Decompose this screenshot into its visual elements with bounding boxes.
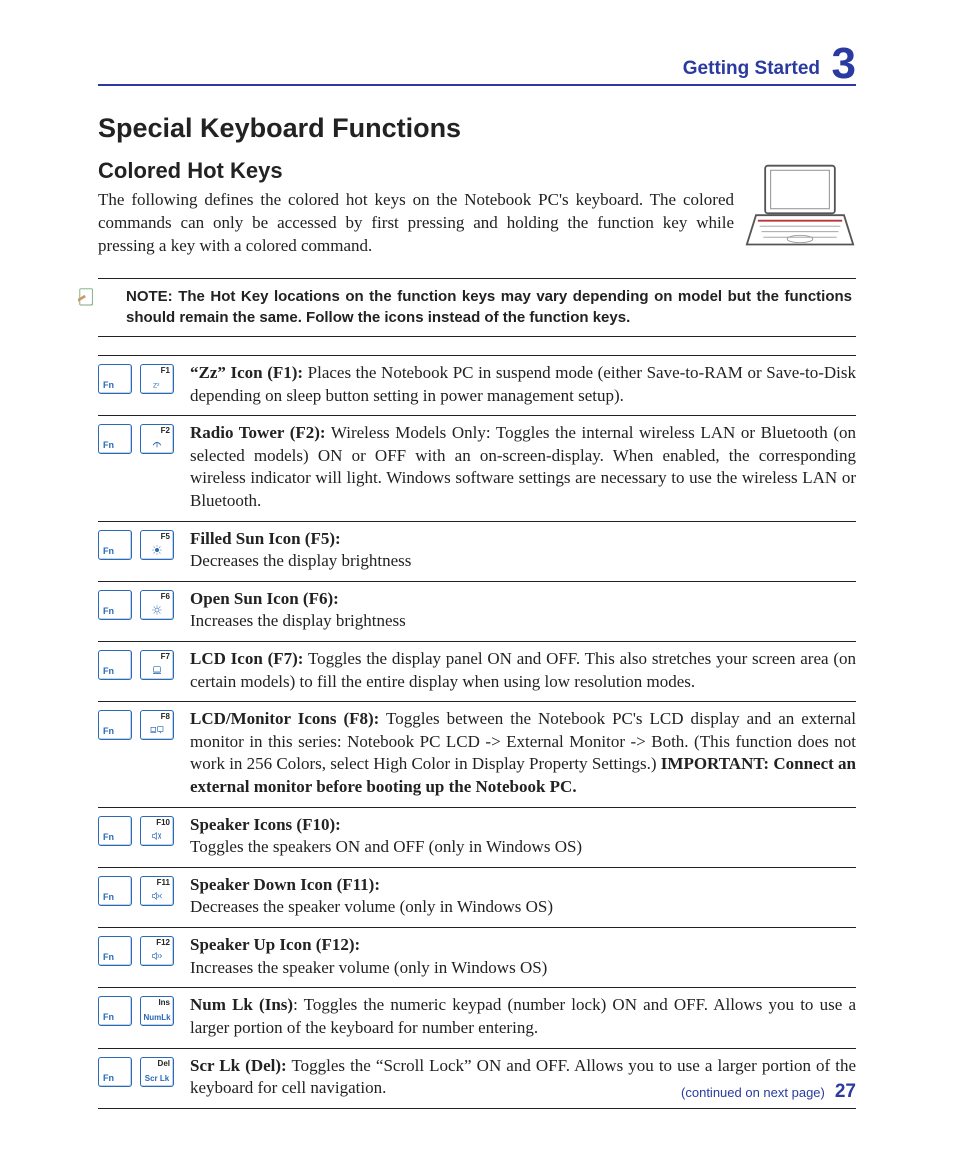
hotkey-row: F8 LCD/Monitor Icons (F8): Toggles betwee… [98, 702, 856, 807]
function-key-icon: InsNumLk [140, 996, 174, 1026]
hotkey-row: F1Z² “Zz” Icon (F1): Places the Notebook … [98, 356, 856, 416]
note-text: NOTE: The Hot Key locations on the funct… [126, 288, 852, 325]
hotkey-description: Speaker Up Icon (F12):Increases the spea… [190, 934, 856, 979]
svg-text:Z²: Z² [153, 382, 160, 389]
hotkey-row: InsNumLk Num Lk (Ins): Toggles the numeri… [98, 988, 856, 1048]
key-combo: F5 [98, 528, 190, 560]
hotkey-description: Radio Tower (F2): Wireless Models Only: … [190, 422, 856, 512]
key-combo: F2 [98, 422, 190, 454]
fn-key-icon [98, 590, 132, 620]
function-key-icon: F11 [140, 876, 174, 906]
page-number: 27 [835, 1082, 856, 1101]
function-key-icon: F1Z² [140, 364, 174, 394]
note-box: NOTE: The Hot Key locations on the funct… [98, 278, 856, 337]
section-name: Getting Started [683, 59, 820, 78]
fn-key-icon [98, 876, 132, 906]
note-icon [78, 287, 96, 309]
key-combo: DelScr Lk [98, 1055, 190, 1087]
key-combo: F12 [98, 934, 190, 966]
function-key-icon: F8 [140, 710, 174, 740]
fn-key-icon [98, 996, 132, 1026]
hotkey-row: F2 Radio Tower (F2): Wireless Models Only… [98, 416, 856, 521]
function-key-icon: F7 [140, 650, 174, 680]
fn-key-icon [98, 1057, 132, 1087]
intro-text: The following defines the colored hot ke… [98, 190, 734, 255]
fn-key-icon [98, 424, 132, 454]
hotkey-description: LCD Icon (F7): Toggles the display panel… [190, 648, 856, 693]
hotkey-row: F12 Speaker Up Icon (F12):Increases the s… [98, 928, 856, 988]
hotkey-description: Speaker Icons (F10):Toggles the speakers… [190, 814, 856, 859]
fn-key-icon [98, 936, 132, 966]
manual-page: Getting Started 3 Special Keyboard Funct… [0, 0, 954, 1155]
hotkey-description: Filled Sun Icon (F5):Decreases the displ… [190, 528, 856, 573]
page-footer: (continued on next page) 27 [681, 1082, 856, 1101]
key-combo: F7 [98, 648, 190, 680]
function-key-icon: F6 [140, 590, 174, 620]
fn-key-icon [98, 650, 132, 680]
page-title: Special Keyboard Functions [98, 112, 856, 144]
hotkey-description: “Zz” Icon (F1): Places the Notebook PC i… [190, 362, 856, 407]
fn-key-icon [98, 710, 132, 740]
hotkey-table: F1Z² “Zz” Icon (F1): Places the Notebook … [98, 355, 856, 1109]
intro-block: Colored Hot Keys The following defines t… [98, 158, 856, 258]
hotkey-row: F7 LCD Icon (F7): Toggles the display pan… [98, 642, 856, 702]
hotkey-row: F5 Filled Sun Icon (F5):Decreases the dis… [98, 522, 856, 582]
continued-label: (continued on next page) [681, 1086, 825, 1099]
function-key-icon: F12 [140, 936, 174, 966]
key-combo: F6 [98, 588, 190, 620]
key-combo: F11 [98, 874, 190, 906]
key-combo: F1Z² [98, 362, 190, 394]
hotkey-row: F6 Open Sun Icon (F6):Increases the displ… [98, 582, 856, 642]
key-combo: F8 [98, 708, 190, 740]
function-key-icon: DelScr Lk [140, 1057, 174, 1087]
hotkey-row: F11 Speaker Down Icon (F11):Decreases the… [98, 868, 856, 928]
hotkey-description: Open Sun Icon (F6):Increases the display… [190, 588, 856, 633]
hotkey-description: Num Lk (Ins): Toggles the numeric keypad… [190, 994, 856, 1039]
sub-title: Colored Hot Keys [98, 158, 856, 184]
hotkey-description: LCD/Monitor Icons (F8): Toggles between … [190, 708, 856, 798]
chapter-number: 3 [832, 42, 856, 86]
fn-key-icon [98, 816, 132, 846]
fn-key-icon [98, 364, 132, 394]
page-header: Getting Started 3 [98, 40, 856, 86]
key-combo: F10 [98, 814, 190, 846]
hotkey-description: Speaker Down Icon (F11):Decreases the sp… [190, 874, 856, 919]
laptop-illustration-icon [744, 162, 856, 250]
function-key-icon: F10 [140, 816, 174, 846]
hotkey-row: F10 Speaker Icons (F10):Toggles the speak… [98, 808, 856, 868]
function-key-icon: F2 [140, 424, 174, 454]
key-combo: InsNumLk [98, 994, 190, 1026]
function-key-icon: F5 [140, 530, 174, 560]
fn-key-icon [98, 530, 132, 560]
